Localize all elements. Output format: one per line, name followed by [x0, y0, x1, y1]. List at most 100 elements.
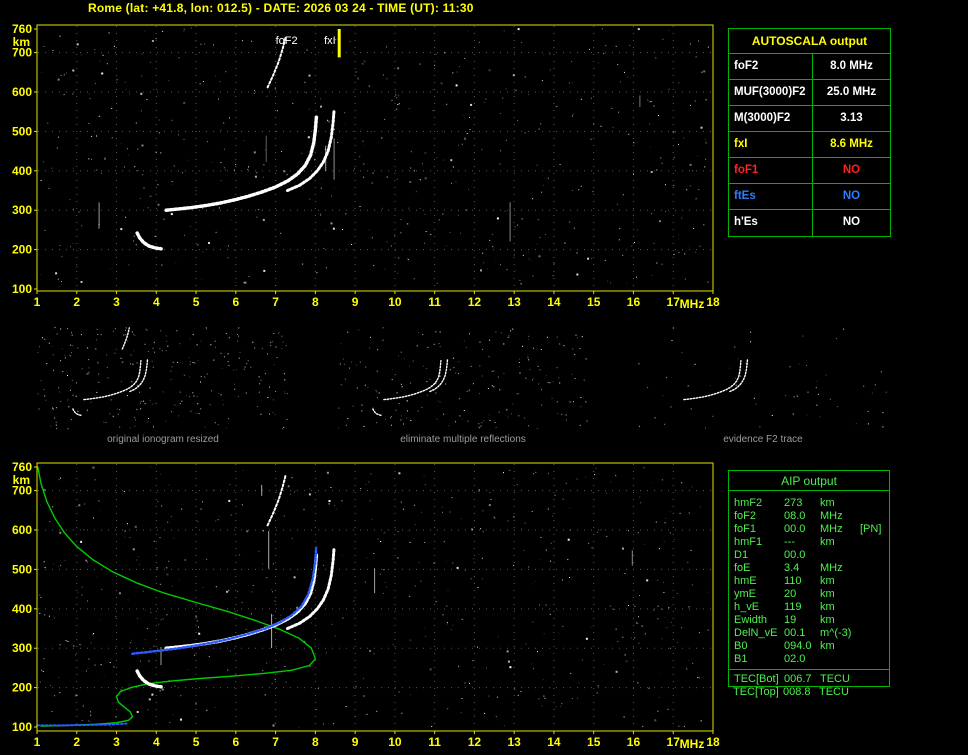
aip-param-unit: km — [820, 614, 835, 626]
aip-param-name: foF1 — [734, 523, 757, 535]
aip-param-value: 08.0 — [784, 510, 806, 522]
aip-tec-bottom-row: TEC[Bot] 006.7 TECU — [729, 672, 889, 686]
series-restored-F2-trace — [131, 546, 318, 655]
x-tick-label: 13 — [507, 295, 521, 309]
x-tick-label: 1 — [34, 295, 41, 309]
x-tick-label: 15 — [587, 295, 601, 309]
aip-table-rows: hmF2 273 km foF2 08.0 MHz foF1 00.0 MHz [PN] hmF1 -… — [729, 491, 889, 666]
autoscala-table-header: AUTOSCALA output — [729, 29, 890, 54]
x-tick-label: 17 — [667, 295, 681, 309]
aip-param-unit: m^(-3) — [820, 627, 852, 639]
y-tick-label: 500 — [12, 562, 32, 576]
aip-param-note — [860, 627, 889, 640]
y-tick-label: 200 — [12, 681, 32, 695]
aip-tec-top-row: TEC[Top] 008.8 TECU — [728, 686, 890, 699]
autoscala-param-value: NO — [842, 164, 861, 176]
x-tick-label: 2 — [73, 735, 80, 749]
aip-param-note — [860, 562, 889, 575]
autoscala-param-label: M(3000)F2 — [729, 106, 813, 131]
y-tick-label: 100 — [12, 282, 32, 296]
aip-row-TEC-Bot: TEC[Bot] 006.7 TECU — [729, 672, 889, 686]
y-tick-label: 600 — [12, 523, 32, 537]
aip-param-note — [860, 653, 889, 666]
aip-param-note: [PN] — [860, 523, 882, 535]
aip-param-name: B1 — [734, 653, 748, 665]
thumbnail-caption-original: original ionogram resized — [107, 434, 219, 445]
aip-row-ymE: ymE 20 km — [729, 588, 889, 601]
thumbnail-original-ionogram — [37, 327, 288, 430]
aip-param-value: 00.1 — [784, 627, 806, 639]
autoscala-row-4: fxI 8.6 MHz — [729, 132, 890, 158]
x-axis-unit-label: MHz — [680, 297, 705, 311]
x-tick-label: 6 — [232, 735, 239, 749]
aip-param-unit: km — [820, 497, 835, 509]
aip-row-hmF1: hmF1 --- km — [729, 536, 889, 549]
aip-row-h_vE: h_vE 119 km — [729, 601, 889, 614]
y-tick-label: 300 — [12, 641, 32, 655]
aip-row-B0: B0 094.0 km — [729, 640, 889, 653]
x-axis-unit-label: MHz — [680, 737, 705, 751]
aip-param-note — [860, 575, 889, 588]
aip-param-unit: km — [820, 588, 835, 600]
plot-frame — [36, 462, 714, 732]
aip-row-foF2: foF2 08.0 MHz — [729, 510, 889, 523]
aip-param-name: foE — [734, 562, 751, 574]
x-tick-label: 8 — [312, 735, 319, 749]
x-tick-label: 9 — [352, 295, 359, 309]
y-tick-label: 100 — [12, 720, 32, 734]
autoscala-param-value: 8.0 MHz — [830, 60, 873, 72]
autoscala-table-rows: foF2 8.0 MHz MUF(3000)F2 25.0 MHz M(3000)F2 3… — [729, 54, 890, 236]
x-tick-label: 13 — [507, 735, 521, 749]
x-tick-label: 5 — [193, 295, 200, 309]
aip-param-value: 119 — [784, 601, 802, 613]
thumb-series-F2-second-reflection — [121, 327, 130, 350]
y-tick-label: 760 — [12, 22, 32, 36]
aip-row-TEC-Top: TEC[Top] 008.8 TECU — [728, 686, 890, 699]
aip-param-unit: TECU — [820, 673, 850, 685]
thumbnail-caption-filtered: eliminate multiple reflections — [400, 434, 526, 445]
thumb-series-Es-trace — [72, 408, 83, 417]
y-tick-label: 200 — [12, 243, 32, 257]
autoscala-param-value: NO — [842, 216, 861, 228]
aip-param-unit: MHz — [820, 523, 843, 535]
x-tick-label: 14 — [547, 295, 561, 309]
x-tick-label: 4 — [153, 735, 160, 749]
x-tick-label: 18 — [706, 295, 720, 309]
thumb-series-Es-trace — [372, 408, 383, 417]
aip-param-value: 00.0 — [784, 549, 806, 561]
aip-output-table: AIP output hmF2 273 km foF2 08.0 MHz foF1 00.0 M… — [728, 470, 890, 687]
x-tick-label: 7 — [272, 295, 279, 309]
aip-param-note — [860, 536, 889, 549]
autoscala-param-label: h'Es — [729, 210, 813, 236]
x-tick-label: 4 — [153, 295, 160, 309]
aip-param-name: Ewidth — [734, 614, 768, 626]
aip-param-note — [860, 549, 889, 562]
aip-param-note — [859, 686, 890, 699]
autoscala-param-label: foF2 — [729, 54, 813, 79]
annotation-label-fxI: fxI — [324, 35, 336, 47]
autoscala-param-label: foF1 — [729, 158, 813, 183]
x-tick-label: 3 — [113, 295, 120, 309]
plot-frame — [36, 24, 714, 292]
aip-row-D1: D1 00.0 — [729, 549, 889, 562]
aip-param-unit: km — [820, 601, 835, 613]
autoscala-param-value: 8.6 MHz — [830, 138, 873, 150]
aip-param-name: DelN_vE — [734, 627, 778, 639]
ionogram-bottom-plot: 1 2 3 4 5 6 7 8 9 10 11 12 13 14 15 16 17 181002003004005… — [12, 460, 720, 751]
x-tick-label: 17 — [667, 735, 681, 749]
x-tick-label: 14 — [547, 735, 561, 749]
aip-row-B1: B1 02.0 — [729, 653, 889, 666]
autoscala-param-value: 25.0 MHz — [826, 86, 877, 98]
aip-param-note — [860, 672, 889, 686]
aip-param-value: 00.0 — [784, 523, 806, 535]
x-tick-label: 3 — [113, 735, 120, 749]
x-tick-label: 2 — [73, 295, 80, 309]
aip-row-Ewidth: Ewidth 19 km — [729, 614, 889, 627]
y-axis-unit-label: km — [13, 35, 30, 49]
autoscala-param-label: MUF(3000)F2 — [729, 80, 813, 105]
y-tick-label: 300 — [12, 203, 32, 217]
aip-param-note — [860, 588, 889, 601]
thumbnail-caption-f2trace: evidence F2 trace — [723, 434, 803, 445]
x-tick-label: 7 — [272, 735, 279, 749]
series-Es-trace — [135, 231, 163, 251]
